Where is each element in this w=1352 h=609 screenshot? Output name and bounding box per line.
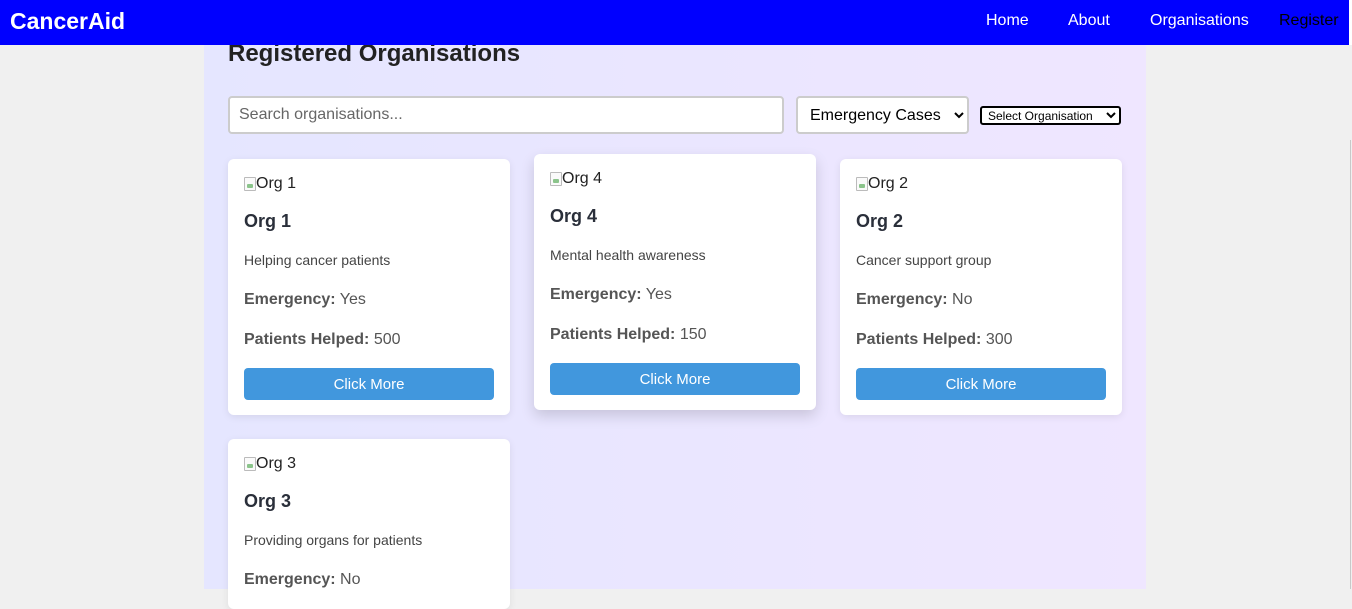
org-patients: Patients Helped: 300 — [856, 331, 1106, 349]
org-name: Org 1 — [244, 211, 292, 231]
nav-about[interactable]: About — [1068, 12, 1110, 30]
emergency-label: Emergency: — [550, 286, 642, 303]
org-emergency: Emergency: No — [244, 571, 494, 589]
org-card: Org 2 Org 2 Cancer support group Emergen… — [840, 159, 1122, 415]
emergency-value: Yes — [645, 286, 672, 303]
org-card: Org 1 Org 1 Helping cancer patients Emer… — [228, 159, 510, 415]
broken-image-icon — [244, 177, 256, 191]
emergency-value: Yes — [339, 291, 366, 308]
click-more-button[interactable]: Click More — [550, 363, 800, 395]
click-more-button[interactable]: Click More — [244, 368, 494, 400]
nav-home[interactable]: Home — [986, 12, 1029, 30]
org-image: Org 4 — [550, 170, 800, 188]
broken-image-icon — [244, 457, 256, 471]
org-image: Org 3 — [244, 455, 494, 473]
org-card: Org 4 Org 4 Mental health awareness Emer… — [534, 154, 816, 410]
org-image: Org 1 — [244, 175, 494, 193]
emergency-label: Emergency: — [856, 291, 948, 308]
org-name: Org 2 — [856, 211, 904, 231]
emergency-label: Emergency: — [244, 291, 336, 308]
patients-label: Patients Helped: — [856, 331, 982, 348]
nav-register[interactable]: Register — [1279, 12, 1339, 30]
patients-value: 300 — [985, 331, 1013, 348]
org-image-alt: Org 3 — [256, 455, 297, 472]
click-more-button[interactable]: Click More — [856, 368, 1106, 400]
broken-image-icon — [856, 177, 868, 191]
org-image: Org 2 — [856, 175, 1106, 193]
patients-value: 150 — [679, 326, 707, 343]
org-patients: Patients Helped: 150 — [550, 326, 800, 344]
org-card: Org 3 Org 3 Providing organs for patient… — [228, 439, 510, 609]
org-image-alt: Org 2 — [868, 175, 909, 192]
main-content: Registered Organisations Emergency Cases… — [204, 0, 1146, 609]
patients-label: Patients Helped: — [244, 331, 370, 348]
org-name: Org 3 — [244, 491, 292, 511]
emergency-label: Emergency: — [244, 571, 336, 588]
org-description: Mental health awareness — [550, 247, 706, 263]
org-description: Cancer support group — [856, 252, 992, 268]
org-emergency: Emergency: No — [856, 291, 1106, 309]
patients-label: Patients Helped: — [550, 326, 676, 343]
emergency-filter-select[interactable]: Emergency Cases — [796, 96, 969, 134]
org-description: Helping cancer patients — [244, 252, 391, 268]
search-input[interactable] — [228, 96, 784, 134]
org-description: Providing organs for patients — [244, 532, 423, 548]
org-emergency: Emergency: Yes — [550, 286, 800, 304]
org-emergency: Emergency: Yes — [244, 291, 494, 309]
patients-value: 500 — [373, 331, 401, 348]
brand-logo[interactable]: CancerAid — [10, 8, 125, 35]
organisation-filter-select[interactable]: Select Organisation — [980, 106, 1121, 125]
broken-image-icon — [550, 172, 562, 186]
org-image-alt: Org 4 — [562, 170, 603, 187]
org-patients: Patients Helped: 500 — [244, 331, 494, 349]
page-scrollbar[interactable] — [1350, 140, 1351, 589]
emergency-value: No — [952, 291, 973, 308]
nav-organisations[interactable]: Organisations — [1150, 12, 1249, 30]
emergency-value: No — [340, 571, 361, 588]
org-image-alt: Org 1 — [256, 175, 297, 192]
org-name: Org 4 — [550, 206, 598, 226]
top-navbar: CancerAid Home About Organisations Regis… — [0, 0, 1352, 45]
